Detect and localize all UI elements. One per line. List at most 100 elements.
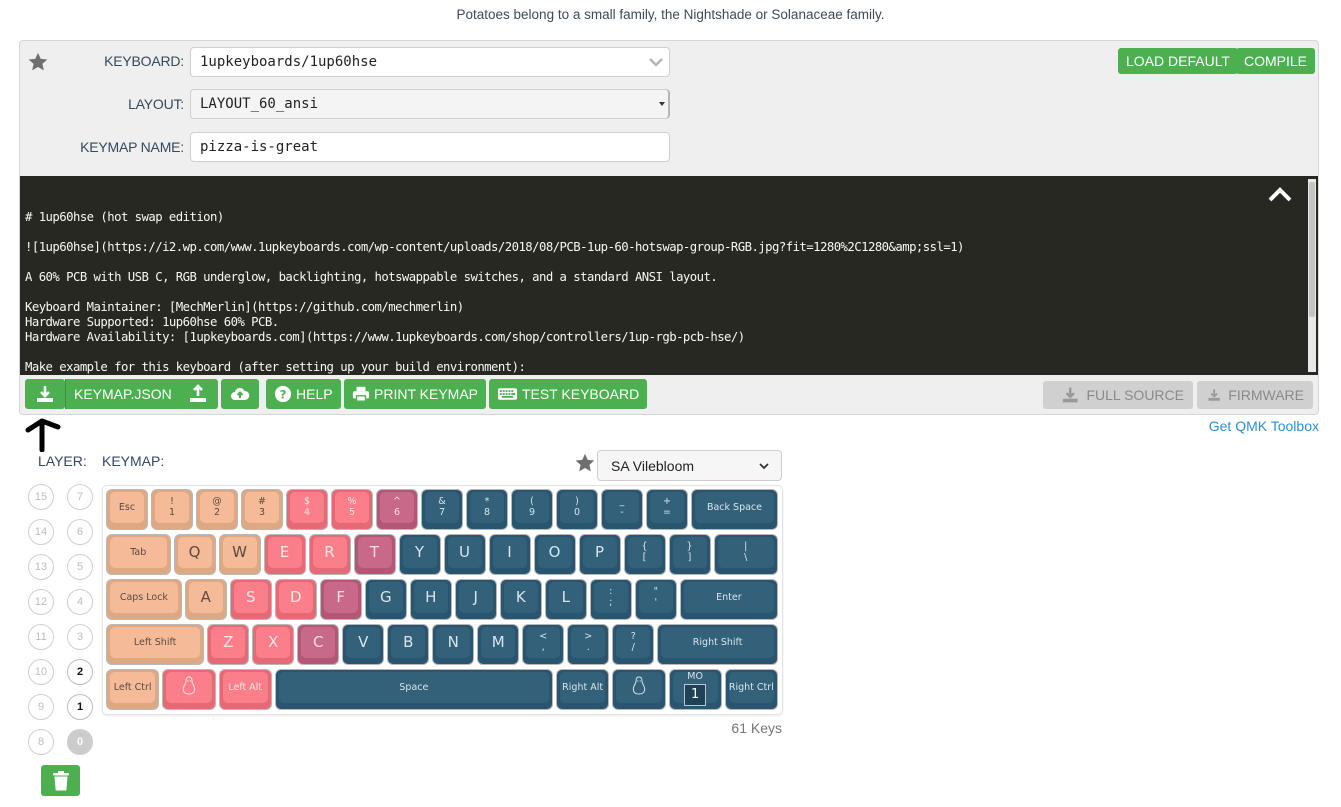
key-d[interactable]: D	[274, 579, 317, 620]
layer-button-13[interactable]: 13	[28, 554, 54, 580]
key-linux-icon[interactable]	[162, 669, 216, 710]
key-k[interactable]: K	[499, 579, 542, 620]
key-l[interactable]: L	[544, 579, 587, 620]
layer-button-8[interactable]: 8	[28, 729, 54, 755]
key--[interactable]: }]	[668, 534, 711, 575]
key-legend: F	[336, 587, 346, 606]
key-tab[interactable]: Tab	[106, 534, 171, 575]
key-c[interactable]: C	[297, 624, 340, 665]
key-5[interactable]: % 5	[331, 489, 373, 530]
layer-button-6[interactable]: 6	[67, 519, 93, 545]
layer-button-4[interactable]: 4	[67, 589, 93, 615]
download-keymap-button[interactable]	[25, 379, 65, 409]
help-button[interactable]: ? HELP	[266, 379, 341, 409]
key-enter[interactable]: Enter	[679, 579, 778, 620]
key-4[interactable]: $4	[286, 489, 328, 530]
layer-button-11[interactable]: 11	[28, 624, 54, 650]
key--[interactable]: <,	[522, 624, 565, 665]
key-y[interactable]: Y	[398, 534, 441, 575]
key-caps-lock[interactable]: Caps Lock	[106, 579, 182, 620]
key-p[interactable]: P	[578, 534, 621, 575]
key-t[interactable]: T	[353, 534, 396, 575]
compile-button[interactable]: COMPILE	[1236, 48, 1316, 74]
key--[interactable]: :;	[589, 579, 632, 620]
key-0[interactable]: ) 0	[556, 489, 598, 530]
key--[interactable]: _ -	[601, 489, 643, 530]
key--[interactable]: ? /	[612, 624, 655, 665]
key-7[interactable]: & 7	[421, 489, 463, 530]
key-8[interactable]: * 8	[466, 489, 508, 530]
key--[interactable]: + =	[646, 489, 688, 530]
keymap-name-input[interactable]: pizza-is-great	[190, 132, 670, 162]
key-left-alt[interactable]: Left Alt	[218, 669, 272, 710]
key-linux-icon[interactable]	[612, 669, 666, 710]
key-b[interactable]: B	[387, 624, 430, 665]
key-e[interactable]: E	[263, 534, 306, 575]
layer-button-9[interactable]: 9	[28, 694, 54, 720]
layer-button-15[interactable]: 15	[28, 484, 54, 510]
key-right-ctrl[interactable]: Right Ctrl	[724, 669, 778, 710]
layer-button-1[interactable]: 1	[67, 694, 93, 720]
key-j[interactable]: J	[454, 579, 497, 620]
key-v[interactable]: V	[342, 624, 385, 665]
upload-keymap-button[interactable]	[178, 379, 218, 409]
firmware-button[interactable]: FIRMWARE	[1197, 381, 1313, 409]
layer-button-10[interactable]: 10	[28, 659, 54, 685]
key-space[interactable]: Space	[274, 669, 553, 710]
key-i[interactable]: I	[488, 534, 531, 575]
key-9[interactable]: (9	[511, 489, 553, 530]
key-u[interactable]: U	[443, 534, 486, 575]
cloud-upload-button[interactable]	[221, 379, 259, 409]
key-esc[interactable]: Esc	[106, 489, 148, 530]
key-q[interactable]: Q	[173, 534, 216, 575]
test-keyboard-button[interactable]: TEST KEYBOARD	[489, 379, 648, 409]
keyboard-select[interactable]: 1upkeyboards/1up60hse	[190, 47, 670, 77]
keymap-json-button[interactable]: KEYMAP.JSON	[65, 379, 180, 409]
key-h[interactable]: H	[409, 579, 452, 620]
key--[interactable]: " '	[634, 579, 677, 620]
layer-button-12[interactable]: 12	[28, 589, 54, 615]
key-z[interactable]: Z	[207, 624, 250, 665]
key-x[interactable]: X	[252, 624, 295, 665]
colorway-select[interactable]: SA Vilebloom	[597, 450, 782, 481]
key-2[interactable]: @2	[196, 489, 238, 530]
key--[interactable]: >.	[567, 624, 610, 665]
key--[interactable]: {[	[623, 534, 666, 575]
print-keymap-button[interactable]: PRINT KEYMAP	[344, 379, 486, 409]
key-mo[interactable]: MO 1	[668, 669, 722, 710]
layer-button-0[interactable]: 0	[67, 729, 93, 755]
favorite-colorway-star-icon[interactable]	[574, 452, 596, 474]
key-g[interactable]: G	[364, 579, 407, 620]
key-n[interactable]: N	[432, 624, 475, 665]
key-3[interactable]: #3	[241, 489, 283, 530]
key-w[interactable]: W	[218, 534, 261, 575]
key-a[interactable]: A	[184, 579, 227, 620]
layer-button-14[interactable]: 14	[28, 519, 54, 545]
layer-button-5[interactable]: 5	[67, 554, 93, 580]
key-right-shift[interactable]: Right Shift	[657, 624, 778, 665]
key--[interactable]: | \	[713, 534, 778, 575]
key-s[interactable]: S	[229, 579, 272, 620]
key-back-space[interactable]: Back Space	[691, 489, 778, 530]
key-o[interactable]: O	[533, 534, 576, 575]
clear-keymap-button[interactable]	[41, 765, 80, 796]
key-m[interactable]: M	[477, 624, 520, 665]
key-6[interactable]: ^ 6	[376, 489, 418, 530]
editor-scrollbar-thumb[interactable]	[1309, 182, 1315, 317]
layout-select[interactable]: LAYOUT_60_ansi	[190, 89, 670, 119]
collapse-up-icon[interactable]	[1266, 185, 1294, 205]
full-source-button[interactable]: FULL SOURCE	[1043, 381, 1193, 409]
key-f[interactable]: F	[319, 579, 362, 620]
load-default-button[interactable]: LOAD DEFAULT	[1118, 48, 1238, 74]
key-right-alt[interactable]: Right Alt	[556, 669, 610, 710]
key-r[interactable]: R	[308, 534, 351, 575]
get-qmk-toolbox-link[interactable]: Get QMK Toolbox	[1209, 418, 1319, 434]
key-left-shift[interactable]: Left Shift	[106, 624, 205, 665]
key-1[interactable]: ! 1	[151, 489, 193, 530]
layer-button-2[interactable]: 2	[67, 659, 93, 685]
layer-button-7[interactable]: 7	[67, 484, 93, 510]
favorite-keyboard-star-icon[interactable]	[27, 51, 49, 73]
key-left-ctrl[interactable]: Left Ctrl	[106, 669, 160, 710]
readme-editor[interactable]: # 1up60hse (hot swap edition) ![1up60hse…	[20, 176, 1318, 375]
layer-button-3[interactable]: 3	[67, 624, 93, 650]
